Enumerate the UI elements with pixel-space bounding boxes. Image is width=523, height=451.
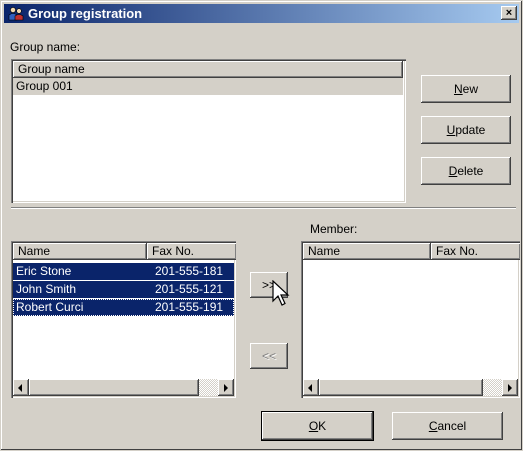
scroll-left-arrow-icon[interactable] xyxy=(303,379,319,396)
scrollbar-track[interactable] xyxy=(483,379,502,396)
contact-row[interactable]: Eric Stone 201-555-181 xyxy=(13,263,234,280)
mouse-pointer-icon xyxy=(272,280,290,306)
update-button-label: Update xyxy=(446,123,486,137)
contact-name: John Smith xyxy=(16,282,77,296)
contact-fax: 201-555-121 xyxy=(155,282,224,296)
cancel-button[interactable]: Cancel xyxy=(392,412,503,440)
contacts-horizontal-scrollbar[interactable] xyxy=(13,379,234,396)
close-button[interactable]: × xyxy=(501,6,517,20)
update-button[interactable]: Update xyxy=(421,116,511,144)
window-title: Group registration xyxy=(28,6,143,21)
contacts-fax-column-header[interactable]: Fax No. xyxy=(147,243,236,260)
contact-name: Eric Stone xyxy=(16,264,72,278)
group-list[interactable]: Group name Group 001 xyxy=(11,59,406,203)
member-label: Member: xyxy=(310,222,358,236)
group-name-label: Group name: xyxy=(10,40,81,54)
people-icon xyxy=(8,7,24,21)
members-fax-column-header[interactable]: Fax No. xyxy=(431,243,520,260)
contact-name: Robert Curci xyxy=(16,300,84,314)
scrollbar-thumb[interactable] xyxy=(319,379,483,396)
new-button[interactable]: New xyxy=(421,75,511,103)
scrollbar-track[interactable] xyxy=(199,379,218,396)
group-row-name: Group 001 xyxy=(16,79,73,93)
scroll-right-arrow-icon[interactable] xyxy=(502,379,518,396)
ok-button[interactable]: OK xyxy=(262,412,373,440)
group-name-column-header[interactable]: Group name xyxy=(13,61,403,78)
contacts-list[interactable]: Name Fax No. Eric Stone 201-555-181 John… xyxy=(11,241,236,398)
scroll-right-arrow-icon[interactable] xyxy=(218,379,234,396)
members-horizontal-scrollbar[interactable] xyxy=(303,379,518,396)
new-button-label: New xyxy=(453,82,478,96)
delete-button-label: Delete xyxy=(448,164,484,178)
contact-row[interactable]: Robert Curci 201-555-191 xyxy=(13,299,234,316)
contact-fax: 201-555-191 xyxy=(155,300,224,314)
section-divider xyxy=(11,207,516,209)
remove-member-button[interactable]: << xyxy=(250,343,288,369)
group-registration-dialog: Group registration × Group name: Group n… xyxy=(0,0,523,451)
contact-fax: 201-555-181 xyxy=(155,264,224,278)
members-name-column-header[interactable]: Name xyxy=(303,243,431,260)
contacts-name-column-header[interactable]: Name xyxy=(13,243,147,260)
contact-row[interactable]: John Smith 201-555-121 xyxy=(13,281,234,298)
title-bar[interactable]: Group registration × xyxy=(4,4,519,23)
scrollbar-thumb[interactable] xyxy=(29,379,199,396)
group-row[interactable]: Group 001 xyxy=(13,78,403,95)
scroll-left-arrow-icon[interactable] xyxy=(13,379,29,396)
delete-button[interactable]: Delete xyxy=(421,157,511,185)
members-list[interactable]: Name Fax No. xyxy=(301,241,520,398)
